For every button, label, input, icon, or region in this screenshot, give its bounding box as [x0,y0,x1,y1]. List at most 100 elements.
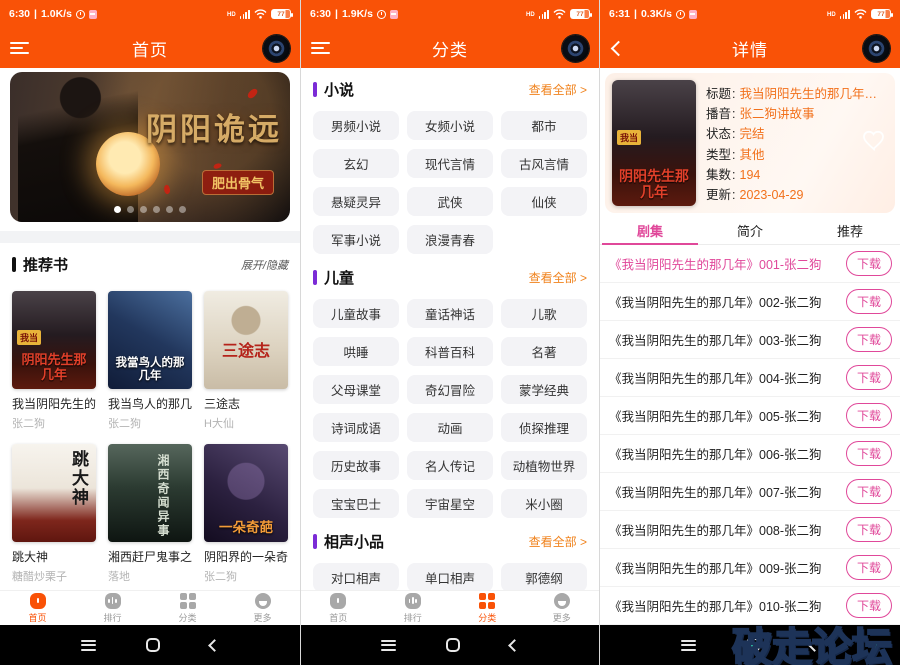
category-tag-button[interactable]: 郭德纲 [501,563,587,590]
view-all-link[interactable]: 查看全部 > [529,269,587,286]
favorite-heart-icon[interactable] [862,129,886,151]
episode-row[interactable]: 《我当阴阳先生的那几年》009-张二狗下载 [600,549,900,587]
book-item[interactable]: 湘西奇闻异事湘西赶尸鬼事之...落地 [108,444,192,584]
player-disc-icon[interactable] [562,35,589,62]
category-tag-button[interactable]: 宝宝巴士 [313,489,399,518]
tab-rank[interactable]: 排行 [75,591,150,625]
category-tag-button[interactable]: 童话神话 [407,299,493,328]
book-item[interactable]: 跳大神跳大神糖醋炒栗子 [12,444,96,584]
carousel-dot[interactable] [140,206,147,213]
download-button[interactable]: 下载 [846,403,892,428]
download-button[interactable]: 下载 [846,251,892,276]
episode-row[interactable]: 《我当阴阳先生的那几年》002-张二狗下载 [600,283,900,321]
book-item[interactable]: 三途志三途志H大仙 [204,291,288,431]
menu-icon[interactable] [10,42,30,55]
category-tag-button[interactable]: 侦探推理 [501,413,587,442]
download-button[interactable]: 下载 [846,555,892,580]
category-tag-button[interactable]: 女频小说 [407,111,493,140]
battery-level: 77 [877,11,884,18]
category-tag-button[interactable]: 米小圈 [501,489,587,518]
menu-icon[interactable] [311,42,331,55]
category-tag-button[interactable]: 名著 [501,337,587,366]
tab-推荐[interactable]: 推荐 [800,217,900,244]
view-all-link[interactable]: 查看全部 > [529,533,587,550]
category-tag-button[interactable]: 动植物世界 [501,451,587,480]
episode-row[interactable]: 《我当阴阳先生的那几年》005-张二狗下载 [600,397,900,435]
category-tag-button[interactable]: 诗词成语 [313,413,399,442]
carousel-dot[interactable] [166,206,173,213]
download-button[interactable]: 下载 [846,289,892,314]
expand-collapse-link[interactable]: 展开/隐藏 [241,257,288,273]
player-disc-icon[interactable] [263,35,290,62]
category-tag-button[interactable]: 浪漫青春 [407,225,493,254]
battery-icon: 77 [271,9,291,19]
category-tag-button[interactable]: 现代言情 [407,149,493,178]
carousel-dot[interactable] [127,206,134,213]
book-item[interactable]: 我当阴阳先生那几年我当阴阳先生的...张二狗 [12,291,96,431]
recents-icon[interactable] [381,640,396,651]
tab-剧集[interactable]: 剧集 [600,217,700,244]
category-tag-button[interactable]: 科普百科 [407,337,493,366]
android-home-icon[interactable] [146,638,160,652]
tab-more[interactable]: 更多 [525,591,600,625]
forum-watermark: 破走论坛 [732,628,892,665]
category-tag-button[interactable]: 武侠 [407,187,493,216]
tab-more[interactable]: 更多 [225,591,300,625]
category-tag-button[interactable]: 历史故事 [313,451,399,480]
download-button[interactable]: 下载 [846,517,892,542]
carousel-dot[interactable] [153,206,160,213]
recents-icon[interactable] [81,640,96,651]
player-disc-icon[interactable] [863,35,890,62]
category-tag-button[interactable]: 仙侠 [501,187,587,216]
carousel-dot[interactable] [179,206,186,213]
episode-row[interactable]: 《我当阴阳先生的那几年》001-张二狗下载 [600,245,900,283]
android-back-icon[interactable] [208,639,221,652]
category-tag-button[interactable]: 儿童故事 [313,299,399,328]
view-all-link[interactable]: 查看全部 > [529,81,587,98]
category-tag-button[interactable]: 儿歌 [501,299,587,328]
tab-home[interactable]: 首页 [0,591,75,625]
episode-row[interactable]: 《我当阴阳先生的那几年》006-张二狗下载 [600,435,900,473]
download-button[interactable]: 下载 [846,365,892,390]
download-button[interactable]: 下载 [846,441,892,466]
category-tag-button[interactable]: 古风言情 [501,149,587,178]
category-tag-button[interactable]: 哄睡 [313,337,399,366]
banner-carousel[interactable]: 阴阳诡远 肥出骨气 [10,72,290,222]
recents-icon[interactable] [681,640,696,651]
category-tag-button[interactable]: 宇宙星空 [407,489,493,518]
episode-row[interactable]: 《我当阴阳先生的那几年》008-张二狗下载 [600,511,900,549]
book-item[interactable]: 我當鸟人的那几年我当鸟人的那几年张二狗 [108,291,192,431]
category-tag-button[interactable]: 悬疑灵异 [313,187,399,216]
category-tag-button[interactable]: 蒙学经典 [501,375,587,404]
download-button[interactable]: 下载 [846,479,892,504]
category-tag-button[interactable]: 奇幻冒险 [407,375,493,404]
carousel-dot[interactable] [114,206,121,213]
category-tag-button[interactable]: 玄幻 [313,149,399,178]
tab-label: 排行 [404,611,422,624]
episode-row[interactable]: 《我当阴阳先生的那几年》004-张二狗下载 [600,359,900,397]
android-back-icon[interactable] [508,639,521,652]
tab-简介[interactable]: 简介 [700,217,800,244]
episode-title: 《我当阴阳先生的那几年》009-张二狗 [609,558,846,577]
episode-row[interactable]: 《我当阴阳先生的那几年》007-张二狗下载 [600,473,900,511]
tab-rank[interactable]: 排行 [376,591,451,625]
book-item[interactable]: 一朵奇葩阴阳界的一朵奇葩张二狗 [204,444,288,584]
book-info-card: 我当 阴阳先生那几年 标题我当阴阳先生的那几年灵异爆笑...播音张二狗讲故事状态… [605,73,895,213]
episode-row[interactable]: 《我当阴阳先生的那几年》010-张二狗下载 [600,587,900,625]
category-tag-button[interactable]: 军事小说 [313,225,399,254]
category-tag-button[interactable]: 单口相声 [407,563,493,590]
category-tag-button[interactable]: 动画 [407,413,493,442]
category-tag-button[interactable]: 都市 [501,111,587,140]
alarm-icon [676,10,685,19]
download-button[interactable]: 下载 [846,593,892,618]
category-tag-button[interactable]: 名人传记 [407,451,493,480]
category-tag-button[interactable]: 对口相声 [313,563,399,590]
category-tag-button[interactable]: 男频小说 [313,111,399,140]
tab-grid[interactable]: 分类 [150,591,225,625]
category-tag-button[interactable]: 父母课堂 [313,375,399,404]
tab-grid[interactable]: 分类 [450,591,525,625]
tab-home[interactable]: 首页 [301,591,376,625]
android-home-icon[interactable] [446,638,460,652]
download-button[interactable]: 下载 [846,327,892,352]
episode-row[interactable]: 《我当阴阳先生的那几年》003-张二狗下载 [600,321,900,359]
